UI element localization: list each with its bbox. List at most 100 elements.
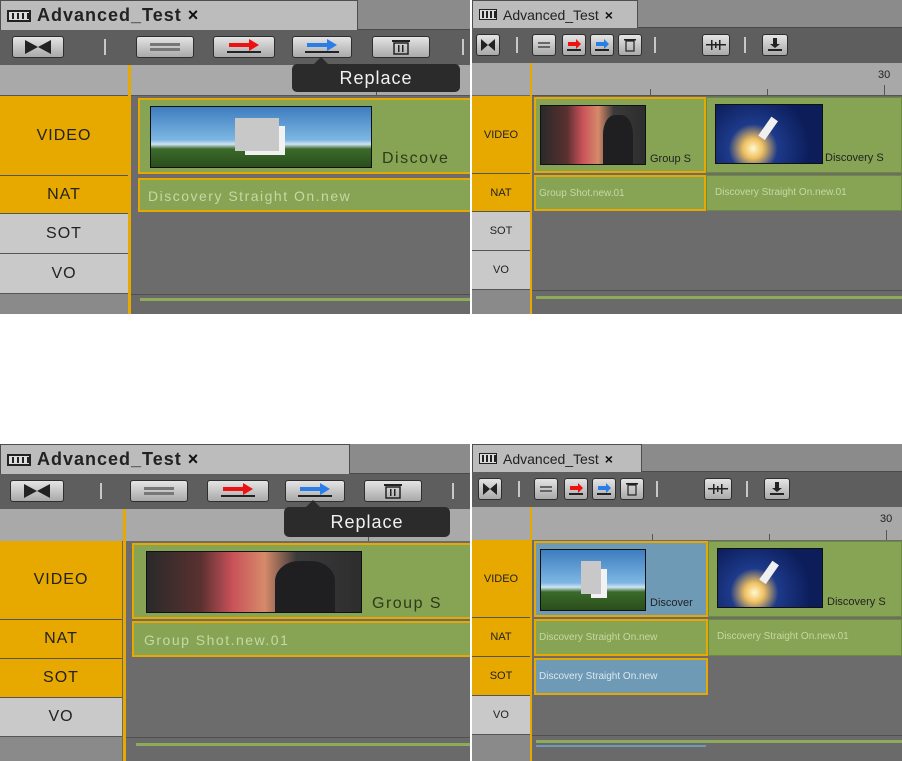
track-header-video[interactable]: VIDEO: [0, 96, 128, 176]
bowtie-icon: [483, 483, 497, 495]
send-button[interactable]: [762, 34, 788, 56]
lift-button[interactable]: [534, 478, 558, 500]
playhead[interactable]: [530, 507, 532, 761]
track-header-video[interactable]: VIDEO: [0, 541, 122, 620]
audio-mix-icon: [706, 40, 726, 50]
playhead[interactable]: [530, 63, 532, 314]
track-header-nat[interactable]: NAT: [472, 174, 530, 212]
clip-sot-1[interactable]: Discovery Straight On.new: [534, 658, 708, 695]
track-header-sot[interactable]: SOT: [472, 212, 530, 251]
bowtie-icon: [25, 40, 51, 54]
tab-advanced-test[interactable]: Advanced_Test ×: [0, 444, 350, 474]
overwrite-button[interactable]: [213, 36, 275, 58]
clip-label: Group Shot.new.01: [539, 188, 625, 199]
clip-label: Group Shot.new.01: [144, 632, 290, 648]
clip-nat-1[interactable]: Discovery Straight On.new: [534, 619, 708, 656]
tab-advanced-test[interactable]: Advanced_Test ×: [0, 0, 358, 30]
trash-icon: [626, 483, 638, 496]
clip-nat-2[interactable]: Discovery Straight On.new.01: [706, 175, 902, 211]
lift-button[interactable]: [136, 36, 194, 58]
track-header-vo[interactable]: VO: [472, 696, 530, 735]
timeline-ruler[interactable]: 30: [532, 507, 902, 541]
track-header-nat[interactable]: NAT: [472, 618, 530, 657]
replace-button[interactable]: [592, 478, 616, 500]
tab-title: Advanced_Test: [37, 5, 182, 25]
audio-mix-button[interactable]: [704, 478, 732, 500]
track-header-vo[interactable]: VO: [0, 698, 122, 737]
lift-button[interactable]: [532, 34, 556, 56]
toolbar: [472, 472, 902, 507]
delete-button[interactable]: [618, 34, 642, 56]
delete-button[interactable]: [620, 478, 644, 500]
timeline-scroll-bar[interactable]: [140, 298, 470, 301]
track-header-video[interactable]: VIDEO: [472, 540, 530, 618]
timeline-panel-bottom-right: Advanced_Test × 30 VIDEO NAT SOT VO Disc…: [472, 444, 902, 761]
splice-button[interactable]: [478, 478, 502, 500]
delete-button[interactable]: [372, 36, 430, 58]
clip-nat-1[interactable]: Group Shot.new.01: [534, 175, 706, 211]
toolbar-separator: [452, 483, 454, 499]
clip-video-1[interactable]: Group S: [534, 97, 706, 173]
track-header-nat[interactable]: NAT: [0, 176, 128, 214]
replace-icon: [595, 39, 609, 51]
timeline-scroll-bar[interactable]: [136, 743, 470, 746]
timeline-scroll-bar[interactable]: [536, 740, 902, 743]
replace-button[interactable]: [590, 34, 614, 56]
ruler-label: 30: [878, 69, 891, 81]
playhead[interactable]: [123, 509, 126, 761]
clip-video[interactable]: Group S: [132, 543, 470, 619]
clip-video[interactable]: Discove: [138, 98, 470, 174]
clip-thumbnail: [540, 105, 646, 165]
clip-thumbnail: [540, 549, 646, 611]
send-button[interactable]: [764, 478, 790, 500]
toolbar-separator: [104, 39, 106, 55]
tab-advanced-test[interactable]: Advanced_Test ×: [472, 444, 642, 472]
tab-advanced-test[interactable]: Advanced_Test ×: [472, 0, 638, 28]
replace-button[interactable]: [292, 36, 352, 58]
clip-video-2[interactable]: Discovery S: [708, 541, 902, 617]
close-icon[interactable]: ×: [605, 451, 613, 467]
clip-label: Discover: [650, 597, 693, 609]
replace-button[interactable]: [285, 480, 345, 502]
toolbar-separator: [656, 481, 658, 497]
overwrite-button[interactable]: [562, 34, 586, 56]
send-icon: [770, 482, 784, 495]
timeline-scroll-bar-sot: [536, 745, 706, 747]
ruler-corner: [472, 63, 530, 95]
toolbar: [0, 30, 470, 65]
clip-nat[interactable]: Discovery Straight On.new: [138, 178, 470, 212]
timeline-ruler[interactable]: 30: [532, 63, 902, 96]
clip-nat-2[interactable]: Discovery Straight On.new.01: [708, 619, 902, 656]
splice-button[interactable]: [476, 34, 500, 56]
clip-label: Discovery S: [827, 596, 886, 608]
film-icon: [7, 9, 31, 22]
track-header-vo[interactable]: VO: [472, 251, 530, 290]
close-icon[interactable]: ×: [188, 449, 199, 470]
track-header-sot[interactable]: SOT: [0, 659, 122, 698]
clip-video-2[interactable]: Discovery S: [706, 97, 902, 173]
clip-video-1[interactable]: Discover: [534, 541, 708, 617]
close-icon[interactable]: ×: [605, 7, 613, 23]
replace-icon: [298, 483, 332, 497]
clip-nat[interactable]: Group Shot.new.01: [132, 621, 470, 657]
splice-button[interactable]: [10, 480, 64, 502]
timeline-scroll-bar[interactable]: [536, 296, 902, 299]
overwrite-button[interactable]: [207, 480, 269, 502]
toolbar: [0, 474, 470, 509]
track-header-video[interactable]: VIDEO: [472, 96, 530, 174]
splice-button[interactable]: [12, 36, 64, 58]
lift-button[interactable]: [130, 480, 188, 502]
track-header-sot[interactable]: SOT: [472, 657, 530, 696]
playhead[interactable]: [128, 65, 131, 314]
overwrite-button[interactable]: [564, 478, 588, 500]
delete-button[interactable]: [364, 480, 422, 502]
film-icon: [479, 453, 497, 464]
audio-mix-button[interactable]: [702, 34, 730, 56]
track-header-nat[interactable]: NAT: [0, 620, 122, 659]
ruler-label: 30: [880, 513, 893, 525]
lane-sot: [532, 212, 902, 252]
close-icon[interactable]: ×: [188, 5, 199, 26]
track-header-sot[interactable]: SOT: [0, 214, 128, 254]
toolbar-separator: [516, 37, 518, 53]
track-header-vo[interactable]: VO: [0, 254, 128, 294]
